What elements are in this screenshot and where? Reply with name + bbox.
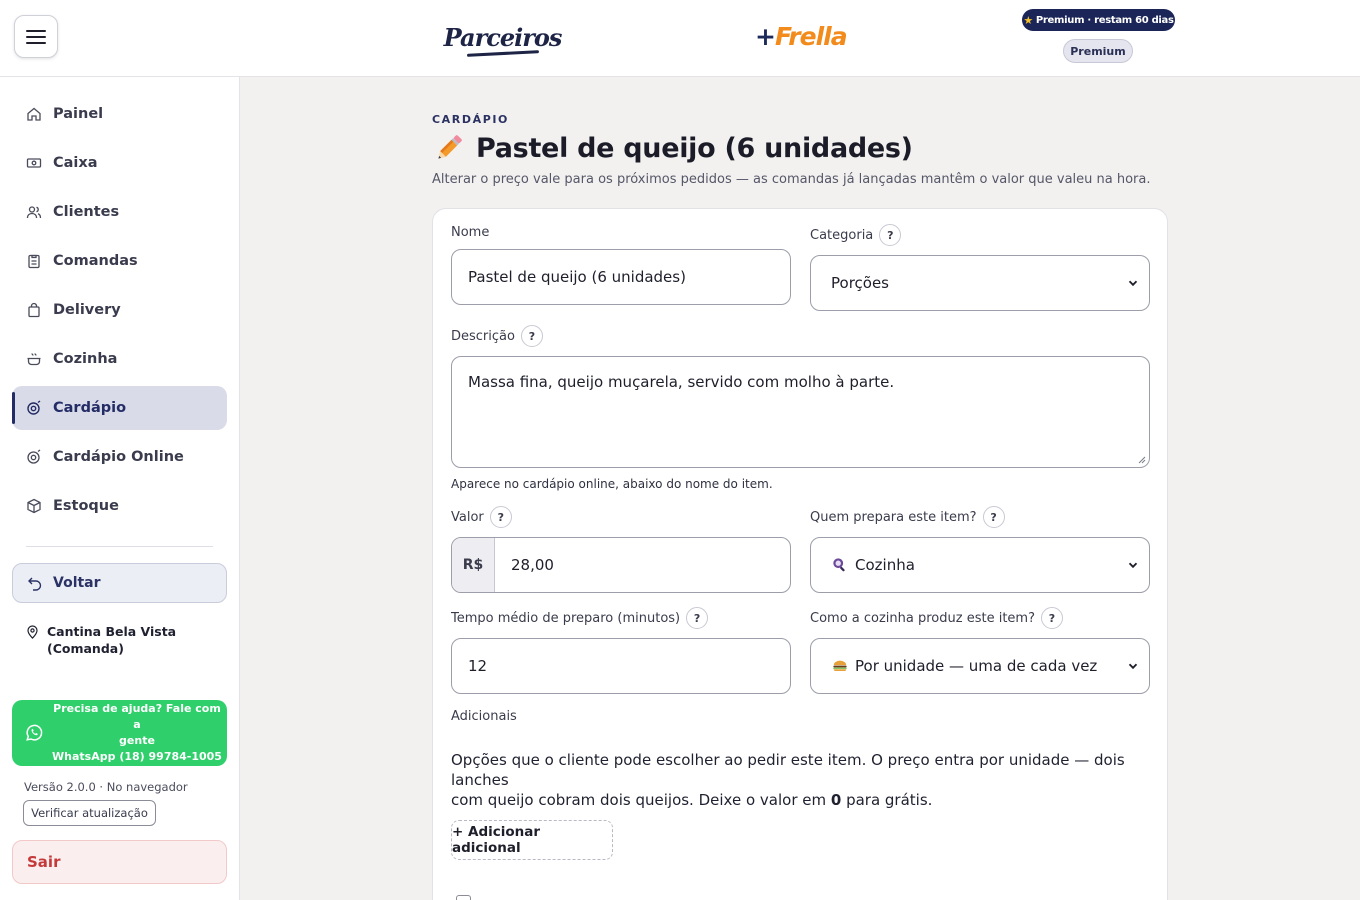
premium-badge[interactable]: Premium [1063,39,1133,63]
name-label: Nome [451,225,490,240]
currency-prefix: R$ [452,538,495,592]
sidebar-item-caixa[interactable]: Caixa [12,141,227,185]
sidebar-item-clientes[interactable]: Clientes [12,190,227,234]
back-button[interactable]: Voltar [12,563,227,603]
frying-pan-icon [831,556,849,574]
whatsapp-help-button[interactable]: Precisa de ajuda? Fale com a gente Whats… [12,700,227,766]
price-label: Valor? [451,506,512,528]
sidebar-item-delivery[interactable]: Delivery [12,288,227,332]
logout-button[interactable]: Sair [12,840,227,884]
sidebar-divider [26,546,213,547]
cooking-pot-icon [27,353,41,366]
sidebar-item-comandas[interactable]: Comandas [12,239,227,283]
description-hint: Aparece no cardápio online, abaixo do no… [451,477,773,491]
sidebar-item-estoque[interactable]: Estoque [12,484,227,528]
frella-logo: +Frella [755,22,848,51]
page-subtitle: Alterar o preço vale para os próximos pe… [432,172,1151,187]
add-addon-button[interactable]: + Adicionar adicional [451,820,613,860]
home-icon [27,107,41,121]
parceiros-logo: Parceiros [444,12,562,62]
back-arrow-icon [28,577,42,591]
menu-online-icon [27,449,41,464]
page-eyebrow: CARDÁPIO [432,113,510,126]
pencil-icon [438,135,462,159]
sidebar-item-painel[interactable]: Painel [12,92,227,136]
menu-book-icon [27,400,41,415]
name-input[interactable]: Pastel de queijo (6 unidades) [451,249,791,305]
clipboard-icon [28,254,40,269]
option-checkbox[interactable] [456,895,471,900]
sidebar-item-cardapio-online[interactable]: Cardápio Online [12,435,227,479]
addons-label: Adicionais [451,709,517,724]
description-textarea[interactable]: Massa fina, queijo muçarela, servido com… [451,356,1150,468]
store-location: Cantina Bela Vista (Comanda) [26,623,176,657]
category-select[interactable]: Porções [810,255,1150,311]
category-label: Categoria? [810,224,902,246]
star-icon: ★ [1023,13,1033,27]
burger-icon [831,657,849,675]
sidebar: Painel Caixa Clientes Comandas Delivery … [0,77,240,900]
production-mode-help-button[interactable]: ? [1040,607,1063,629]
preparer-select[interactable]: Cozinha [810,537,1150,593]
item-form-card: Nome Pastel de queijo (6 unidades) Categ… [432,208,1168,900]
check-update-button[interactable]: Verificar atualização [23,800,156,826]
price-input[interactable]: R$ 28,00 [451,537,791,593]
preparer-label: Quem prepara este item?? [810,506,1005,528]
production-mode-label: Como a cozinha produz este item?? [810,607,1063,629]
addons-description: Opções que o cliente pode escolher ao pe… [451,751,1125,809]
top-header: Parceiros +Frella ★ Premium · restam 60 … [0,0,1360,77]
resize-grip-icon[interactable] [1138,456,1146,464]
hamburger-menu-button[interactable] [14,15,58,58]
page-title: Pastel de queijo (6 unidades) [432,131,913,165]
price-help-button[interactable]: ? [489,506,512,528]
hamburger-icon [26,29,46,44]
description-label: Descrição? [451,325,543,347]
users-icon [26,206,42,219]
box-icon [27,498,41,514]
prep-time-input[interactable]: 12 [451,638,791,694]
prep-time-label: Tempo médio de preparo (minutos)? [451,607,709,629]
prep-time-help-button[interactable]: ? [686,607,709,629]
location-pin-icon [27,625,38,639]
preparer-help-button[interactable]: ? [982,506,1005,528]
category-help-button[interactable]: ? [879,224,902,246]
chevron-down-icon [1128,562,1138,569]
chevron-down-icon [1128,663,1138,670]
premium-days-pill: ★ Premium · restam 60 dias [1022,9,1175,31]
production-mode-select[interactable]: Por unidade — uma de cada vez [810,638,1150,694]
sidebar-item-cardapio[interactable]: Cardápio [12,386,227,430]
description-help-button[interactable]: ? [520,325,543,347]
bag-icon [28,302,40,318]
version-text: Versão 2.0.0 · No navegador [24,780,188,794]
cash-icon [26,158,42,168]
sidebar-item-cozinha[interactable]: Cozinha [12,337,227,381]
whatsapp-icon [26,724,43,741]
chevron-down-icon [1128,280,1138,287]
